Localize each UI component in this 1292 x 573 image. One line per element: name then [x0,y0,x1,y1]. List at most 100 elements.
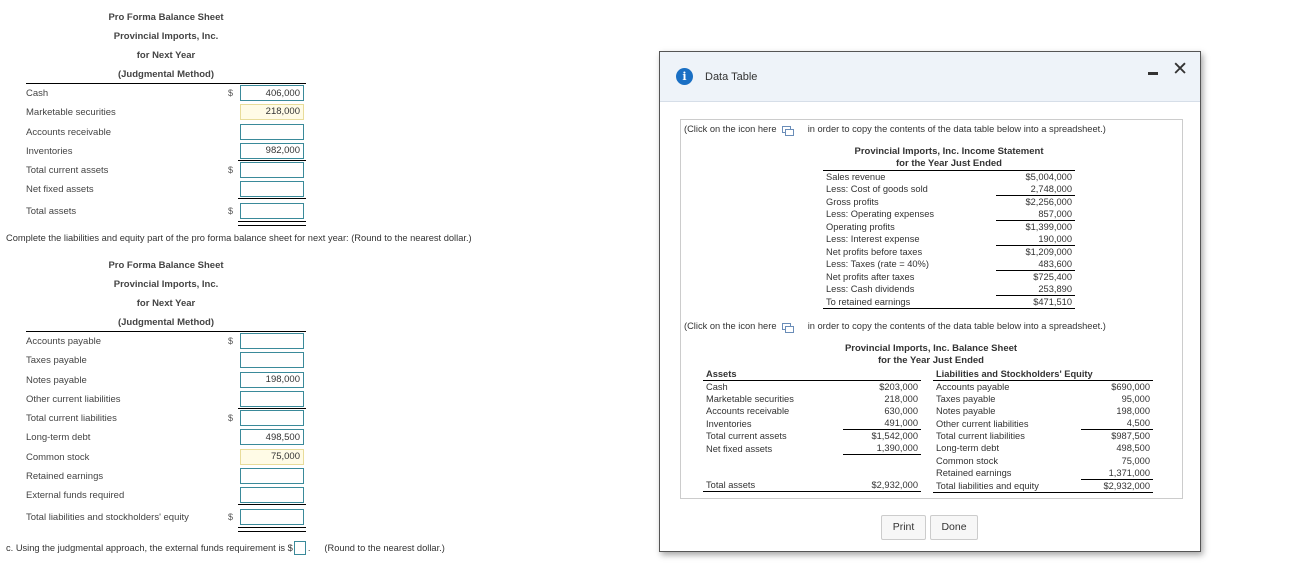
row-external-funds-required: External funds required [26,486,306,506]
row-value: 253,890 [995,283,1075,296]
copy-prefix: (Click on the icon here [684,124,777,134]
info-icon: i [676,68,693,85]
table-row: Net profits after taxes $725,400 [823,271,1075,284]
retained-earnings-input[interactable] [240,468,304,485]
row-label: Gross profits [826,196,879,207]
company-name: Provincial Imports, Inc. [113,31,219,42]
table-row: Retained earnings 1,371,000 [933,466,1153,480]
table-row: Less: Cost of goods sold 2,748,000 [823,183,1075,196]
table-row: Total assets $2,932,000 [703,479,921,493]
row-other-current-liabilities: Other current liabilities [26,390,306,410]
print-button[interactable]: Print [881,515,926,540]
table-row: Total current assets $1,542,000 [703,430,921,443]
dollar-sign: $ [228,413,234,424]
done-button[interactable]: Done [930,515,978,540]
total-current-assets-input[interactable] [240,162,304,179]
row-label: Taxes payable [936,394,996,405]
table-row: Less: Cash dividends 253,890 [823,283,1075,296]
row-total-current-assets: Total current assets $ [26,161,306,180]
row-net-fixed-assets: Net fixed assets [26,180,306,200]
other-current-liabilities-input[interactable] [240,390,304,407]
row-label: Retained earnings [936,468,1012,478]
row-value: $203,000 [879,382,918,392]
balance-sheet-liabilities-table: Liabilities and Stockholders' Equity Acc… [933,368,1153,493]
notes-payable-input[interactable] [240,371,304,388]
method: (Judgmental Method) [26,65,306,84]
row-label: Total assets [26,205,77,217]
dollar-sign: $ [228,88,234,98]
external-funds-answer-input[interactable] [293,541,306,555]
row-label: Other current liabilities [936,418,1029,429]
copy-to-spreadsheet-icon[interactable] [782,126,795,136]
row-value: 4,500 [1081,417,1153,431]
taxes-payable-input[interactable] [240,352,304,369]
assets-pro-forma-sheet: Pro Forma Balance Sheet Provincial Impor… [26,8,306,227]
total-liabilities-equity-input[interactable] [240,508,304,525]
net-fixed-assets-input[interactable] [240,181,304,198]
row-label: Less: Operating expenses [826,209,935,220]
common-stock-value: 75,000 [240,448,304,465]
row-total-current-liabilities: Total current liabilities $ [26,409,306,428]
minimize-icon [1148,72,1158,75]
table-row: Less: Taxes (rate = 40%) 483,600 [823,258,1075,271]
row-value: 498,500 [1116,443,1150,454]
row-marketable-securities: Marketable securities 218,000 [26,103,306,122]
row-label: Total current assets [706,431,787,442]
row-label: Accounts receivable [26,126,112,138]
row-value: 630,000 [884,406,918,417]
row-accounts-payable: Accounts payable $ [26,332,306,351]
table-row: Accounts receivable 630,000 [703,405,921,417]
close-button[interactable]: ✕ [1172,57,1188,81]
long-term-debt-input[interactable] [240,429,304,446]
row-label: Sales revenue [823,170,996,183]
copy-prefix: (Click on the icon here [684,321,777,331]
row-label: Other current liabilities [26,393,121,405]
period: for Next Year [136,298,196,309]
liabilities-pro-forma-sheet: Pro Forma Balance Sheet Provincial Impor… [26,256,306,533]
instruction-text: Complete the liabilities and equity part… [6,233,472,243]
row-value: $725,400 [1033,272,1072,282]
dialog-body: (Click on the icon here in order to copy… [680,119,1183,499]
row-value: 483,600 [995,258,1075,271]
row-label: Total current liabilities [936,431,1025,442]
row-label: Net profits after taxes [826,271,915,282]
row-label: Total assets [703,479,843,493]
total-current-liabilities-input[interactable] [240,410,304,427]
accounts-receivable-input[interactable] [240,123,304,140]
table-row: To retained earnings $471,510 [823,295,1075,309]
inventories-input[interactable] [240,142,304,159]
liabilities-sheet-heading: Pro Forma Balance Sheet Provincial Impor… [26,256,306,332]
row-label: Accounts receivable [706,406,790,417]
external-funds-required-input[interactable] [240,487,304,504]
row-notes-payable: Notes payable [26,371,306,390]
row-label: Notes payable [936,406,996,417]
row-label: External funds required [26,490,125,502]
row-label: Retained earnings [26,471,104,483]
row-value: 2,748,000 [995,183,1075,196]
copy-to-spreadsheet-icon[interactable] [782,323,795,333]
row-value: $2,256,000 [1025,197,1072,207]
row-value: 95,000 [1121,394,1150,405]
row-label: Long-term debt [26,432,91,444]
balance-sheet-assets-table: Assets Cash $203,000 Marketable securitie… [703,368,921,493]
sheet-title: Pro Forma Balance Sheet [108,260,224,271]
row-inventories: Inventories [26,142,306,162]
row-label: Taxes payable [26,355,87,367]
row-value: 857,000 [995,208,1075,221]
total-assets-input[interactable] [240,202,304,219]
marketable-securities-value: 218,000 [240,104,304,121]
dollar-sign: $ [228,205,234,216]
table-row: Accounts payable $690,000 [933,381,1153,394]
row-value: $2,932,000 [842,479,921,493]
row-cash: Cash $ [26,84,306,103]
table-row: Taxes payable 95,000 [933,393,1153,405]
row-label: Total current liabilities [26,413,117,425]
dollar-sign: $ [228,165,234,176]
income-statement-title: Provincial Imports, Inc. Income Statemen… [854,146,1044,157]
table-row: Less: Interest expense 190,000 [823,233,1075,246]
accounts-payable-input[interactable] [240,333,304,349]
copy-instruction-balance: (Click on the icon here in order to copy… [684,321,1106,333]
cash-input[interactable] [240,85,304,101]
row-label: Cash [706,382,728,392]
row-value: 1,390,000 [842,442,921,456]
